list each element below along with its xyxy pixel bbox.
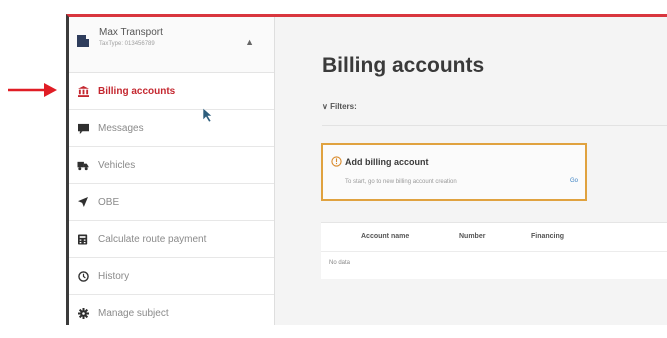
history-icon — [77, 270, 89, 282]
page-title: Billing accounts — [322, 54, 485, 77]
empty-state-text: No data — [329, 260, 351, 266]
sidebar-item-label: OBE — [98, 196, 120, 208]
sidebar-item-label: Vehicles — [98, 159, 136, 171]
chevron-up-icon[interactable]: ▲ — [245, 37, 254, 47]
info-circle-icon — [331, 156, 342, 167]
sidebar-item-calculate-route-payment[interactable]: Calculate route payment — [69, 221, 274, 258]
sidebar-item-vehicles[interactable]: Vehicles — [69, 147, 274, 184]
sidebar-item-label: Manage subject — [98, 307, 169, 319]
sidebar-item-manage-subject[interactable]: Manage subject — [69, 295, 274, 325]
sidebar-item-messages[interactable]: Messages — [69, 110, 274, 147]
building-icon — [77, 35, 89, 47]
truck-icon — [77, 159, 89, 171]
sidebar-item-billing-accounts[interactable]: Billing accounts — [69, 73, 274, 110]
column-header[interactable]: Number — [459, 233, 485, 240]
sidebar-item-label: Billing accounts — [98, 85, 176, 97]
billing-accounts-table: Account name Number Financing No data — [321, 222, 667, 279]
account-switcher[interactable]: Max Transport TaxType: 013456789 ▲ — [69, 17, 274, 73]
sidebar: Max Transport TaxType: 013456789 ▲ Billi… — [69, 17, 275, 325]
sidebar-item-label: Messages — [98, 122, 144, 134]
sidebar-item-label: History — [98, 270, 130, 282]
filters-label: Filters: — [330, 102, 357, 111]
divider — [322, 125, 667, 126]
calculator-icon — [77, 233, 89, 245]
app-window: Max Transport TaxType: 013456789 ▲ Billi… — [66, 14, 667, 325]
table-header: Account name Number Financing — [321, 223, 667, 252]
chevron-down-icon: ∨ — [322, 102, 328, 111]
go-link[interactable]: Go — [570, 178, 578, 184]
sidebar-item-label: Calculate route payment — [98, 233, 207, 245]
location-arrow-icon — [77, 196, 89, 208]
account-name: Max Transport — [99, 27, 163, 38]
filters-toggle[interactable]: ∨ Filters: — [322, 102, 357, 111]
column-header[interactable]: Account name — [361, 233, 409, 240]
add-billing-account-card: Add billing account To start, go to new … — [321, 143, 587, 201]
sidebar-item-history[interactable]: History — [69, 258, 274, 295]
sidebar-item-obe[interactable]: OBE — [69, 184, 274, 221]
gear-icon — [77, 307, 89, 319]
main-content: Billing accounts ∨ Filters: Add billing … — [274, 17, 667, 325]
column-header[interactable]: Financing — [531, 233, 564, 240]
card-description: To start, go to new billing account crea… — [345, 179, 457, 185]
annotation-arrow-icon — [8, 83, 57, 97]
message-icon — [77, 122, 89, 134]
account-subtitle: TaxType: 013456789 — [99, 41, 155, 47]
card-title: Add billing account — [345, 157, 429, 167]
mouse-cursor-icon — [203, 108, 213, 122]
bank-icon — [77, 85, 89, 97]
